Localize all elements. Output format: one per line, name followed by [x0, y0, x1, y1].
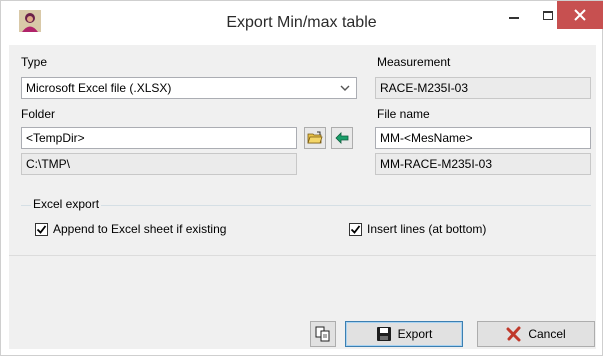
bottom-separator: [9, 255, 596, 256]
maximize-icon: [543, 10, 553, 20]
close-icon: [574, 9, 586, 21]
open-folder-icon: [307, 131, 323, 144]
file-name-resolved: MM-RACE-M235I-03: [375, 153, 591, 175]
file-name-input[interactable]: MM-<MesName>: [375, 127, 591, 149]
type-label: Type: [21, 55, 48, 69]
excel-export-group-label: Excel export: [31, 197, 102, 211]
folder-input[interactable]: <TempDir>: [21, 127, 297, 149]
insert-lines-checkbox-label[interactable]: Insert lines (at bottom): [367, 222, 486, 236]
measurement-label: Measurement: [377, 55, 451, 69]
export-button[interactable]: Export: [345, 321, 463, 347]
append-checkbox[interactable]: [35, 223, 48, 236]
minimize-icon: [509, 17, 519, 19]
type-select-value: Microsoft Excel file (.XLSX): [26, 81, 172, 95]
arrow-left-icon: [335, 132, 349, 144]
title-bar: Export Min/max table: [1, 1, 603, 45]
cancel-x-icon: [506, 326, 521, 342]
folder-resolved-path: C:\TMP\: [21, 153, 297, 175]
cancel-button-label: Cancel: [528, 327, 566, 341]
copy-to-filename-button[interactable]: [331, 127, 353, 149]
export-button-label: Export: [397, 327, 433, 341]
browse-folder-button[interactable]: [304, 127, 326, 149]
export-dialog-window: Export Min/max table Type Microsoft Exce…: [0, 0, 603, 356]
checkmark-icon: [350, 225, 361, 234]
copy-document-icon: [315, 326, 330, 342]
file-name-label: File name: [377, 107, 430, 121]
minimize-button[interactable]: [497, 1, 531, 29]
folder-label: Folder: [21, 107, 56, 121]
measurement-value: RACE-M235I-03: [375, 77, 591, 99]
append-checkbox-label[interactable]: Append to Excel sheet if existing: [53, 222, 226, 236]
cancel-button[interactable]: Cancel: [477, 321, 595, 347]
export-options-button[interactable]: [310, 321, 336, 347]
checkmark-icon: [36, 225, 47, 234]
close-button[interactable]: [557, 1, 603, 29]
type-select[interactable]: Microsoft Excel file (.XLSX): [21, 77, 357, 99]
insert-lines-checkbox[interactable]: [349, 223, 362, 236]
chevron-down-icon: [340, 85, 350, 91]
save-disk-icon: [376, 327, 391, 341]
